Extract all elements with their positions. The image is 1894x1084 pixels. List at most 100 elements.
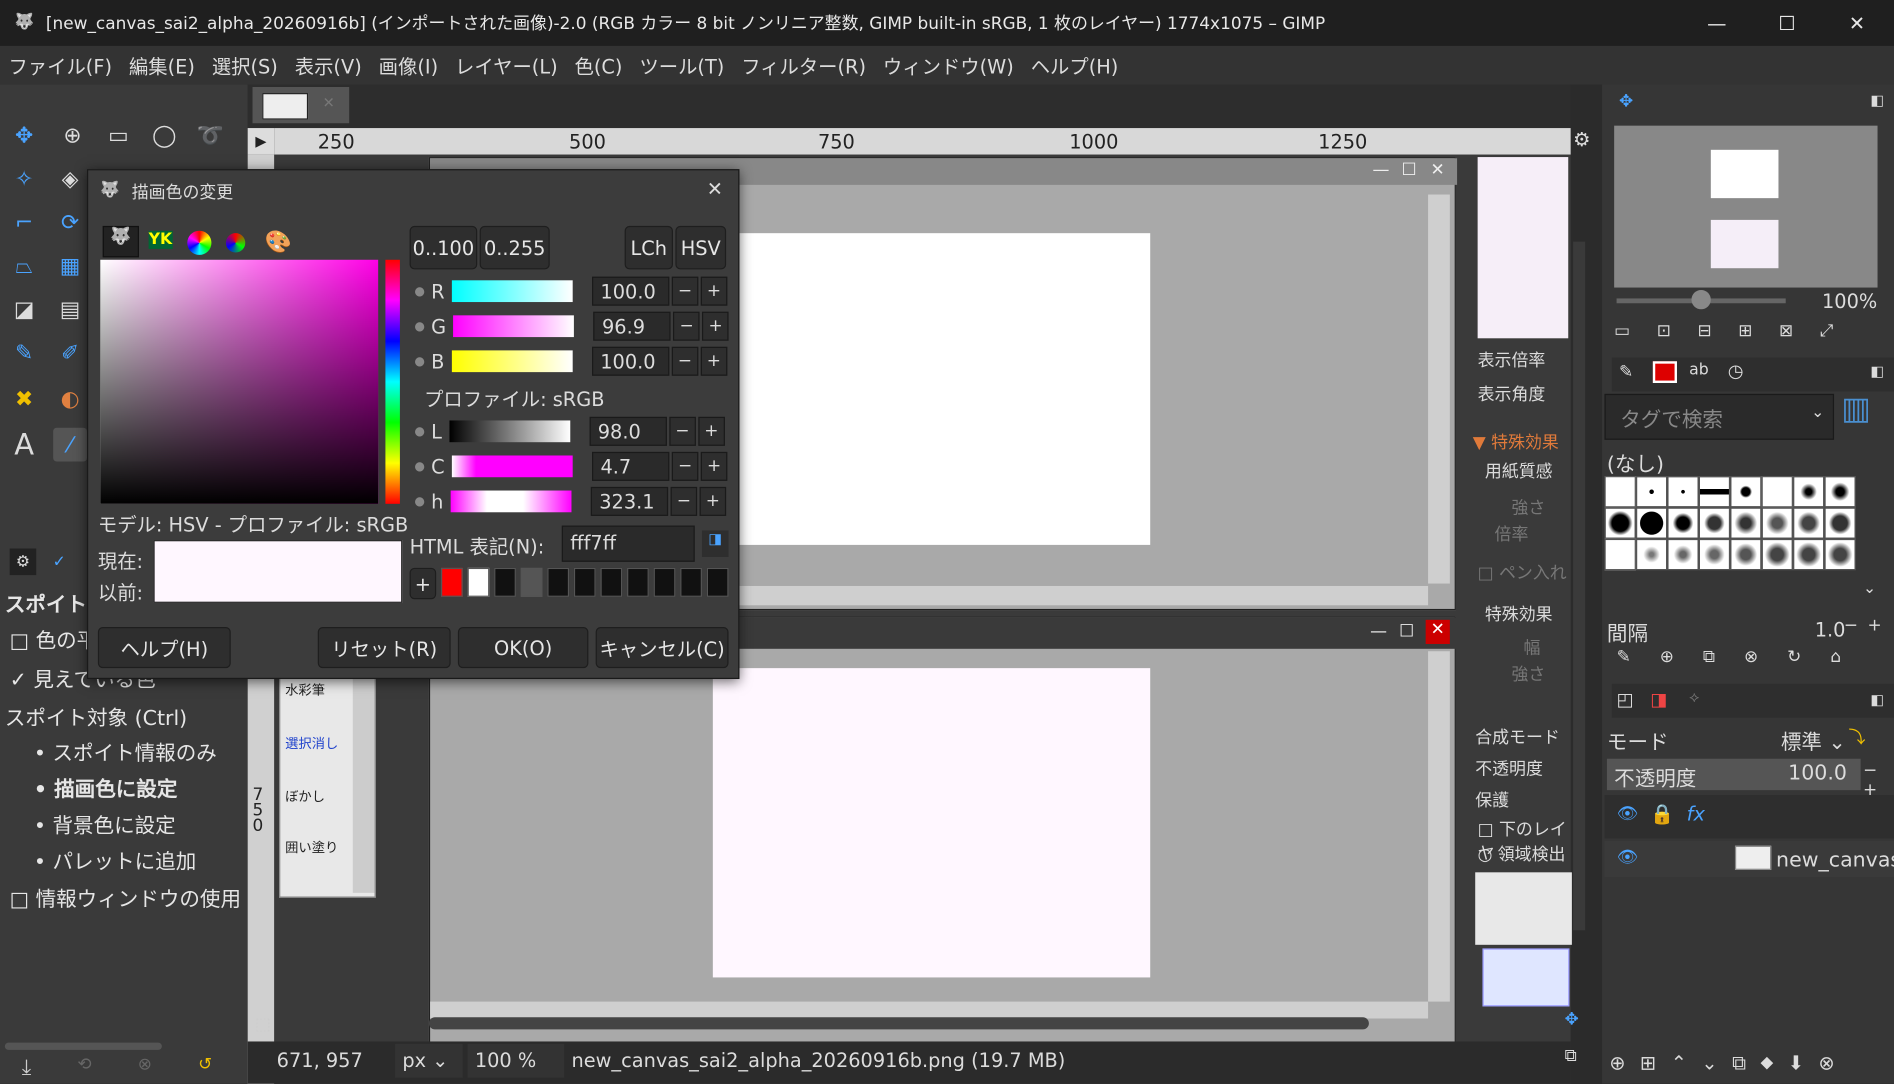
menu-view[interactable]: 表示(V) (286, 51, 370, 80)
brush-mini-scrollbar[interactable] (352, 675, 375, 893)
history-swatch[interactable] (440, 567, 463, 597)
cmyk-selector-icon[interactable]: YK (148, 230, 173, 249)
green-slider[interactable] (453, 315, 575, 338)
chroma-value-input[interactable]: 4.7 (592, 451, 670, 481)
maximize-button[interactable]: ☐ (1752, 0, 1822, 46)
subwindow-maximize-icon[interactable]: ☐ (1402, 161, 1417, 180)
tool-options-tab-icon[interactable]: ⚙ (9, 548, 37, 576)
pen-checkbox[interactable]: □ ペン入れ (1478, 561, 1567, 585)
history-swatch[interactable] (520, 567, 543, 597)
dialog-close-button[interactable]: ✕ (707, 178, 723, 201)
radio-pick-only[interactable]: • スポイト情報のみ (34, 736, 217, 766)
menu-windows[interactable]: ウィンドウ(W) (874, 51, 1022, 80)
brush-mini-item[interactable]: ぼかし (285, 787, 325, 806)
menu-image[interactable]: 画像(I) (370, 51, 446, 80)
lightness-increment[interactable]: + (698, 416, 725, 446)
ellipse-select-icon[interactable]: ◯ (147, 118, 181, 152)
bottom-scrollbar[interactable] (428, 1017, 1369, 1030)
spacing-stepper[interactable]: −+ (1844, 616, 1892, 635)
history-swatch[interactable] (680, 567, 702, 597)
layer-action-buttons[interactable]: ⊕⊞⌃⌄⧉⬥⬇⊗ (1609, 1051, 1849, 1075)
eye-icon[interactable]: 👁 (1617, 805, 1638, 824)
brush-mini-item[interactable]: 選択消し (285, 733, 338, 752)
align-tool-icon[interactable]: ⊕ (56, 118, 90, 152)
quickmask-toggle-icon[interactable]: ▶ (247, 128, 275, 155)
watercolor-selector-icon[interactable] (225, 233, 246, 253)
lock-icon[interactable]: 🔒 (1650, 802, 1674, 825)
canvas-image[interactable] (708, 233, 1151, 545)
chevron-down-icon[interactable]: ⌄ (1863, 580, 1876, 598)
history-swatch[interactable] (600, 567, 623, 597)
chevron-down-icon[interactable]: ⌄ (1811, 404, 1824, 422)
help-button[interactable]: ヘルプ(H) (97, 627, 231, 669)
green-decrement[interactable]: − (673, 311, 700, 341)
text-tool-icon[interactable]: A (7, 428, 41, 462)
radio-add-palette[interactable]: • パレットに追加 (34, 845, 196, 875)
effects-header[interactable]: ▼ 特殊効果 (1473, 430, 1559, 454)
pattern-tab-icon[interactable] (1652, 361, 1677, 383)
lightness-decrement[interactable]: − (669, 416, 696, 446)
history-swatch[interactable] (547, 567, 570, 597)
range-100-button[interactable]: 0..100 (409, 225, 478, 270)
toolbox-scrollbar[interactable] (4, 1042, 162, 1050)
sample-average-checkbox[interactable]: □ 色の平 (10, 623, 98, 653)
move-tool-icon[interactable]: ✥ (7, 118, 41, 152)
canvas-image[interactable] (712, 668, 1151, 978)
menu-tools[interactable]: ツール(T) (631, 51, 733, 80)
green-value-input[interactable]: 96.9 (593, 311, 671, 341)
subwindow-minimize-icon[interactable]: — (1373, 161, 1390, 180)
blue-slider[interactable] (451, 350, 573, 373)
range-255-button[interactable]: 0..255 (479, 225, 550, 270)
brush-mini-item[interactable]: 水彩筆 (285, 680, 325, 699)
fuzzy-select-icon[interactable]: ✧ (7, 162, 41, 196)
lightness-slider[interactable] (449, 420, 570, 443)
rect-select-icon[interactable]: ▭ (101, 118, 135, 152)
save-options-icon[interactable]: ⤓ (22, 1055, 32, 1080)
paintbrush-icon[interactable]: ✎ (7, 336, 41, 370)
nav-buttons[interactable]: ▭⊡⊟⊞⊠⤢ (1614, 321, 1860, 340)
chroma-decrement[interactable]: − (671, 451, 699, 481)
menu-layer[interactable]: レイヤー(L) (447, 51, 567, 80)
navigate-corner-icon[interactable]: ✥ (1565, 1010, 1579, 1029)
reset-options-icon[interactable]: ↺ (198, 1055, 212, 1074)
vertical-scrollbar[interactable] (1428, 194, 1450, 584)
dock-menu-icon[interactable]: ◧ (1870, 362, 1884, 379)
green-increment[interactable]: + (702, 311, 729, 341)
subwindow-minimize-icon[interactable]: — (1370, 622, 1387, 641)
region-detect-radio[interactable]: ○ 領域検出 (1478, 842, 1566, 866)
reset-button[interactable]: リセット(R) (317, 627, 451, 669)
history-swatch[interactable] (706, 567, 729, 597)
gradient-icon[interactable]: ▤ (53, 292, 87, 326)
blue-decrement[interactable]: − (671, 346, 699, 376)
close-button[interactable]: ✕ (1822, 0, 1892, 46)
panel-scrollbar[interactable] (1573, 241, 1586, 931)
hue-decrement[interactable]: − (670, 486, 698, 516)
brush-grid[interactable] (1604, 476, 1879, 580)
menu-filters[interactable]: フィルター(R) (733, 51, 875, 80)
grid-icon[interactable]: ▦ (53, 249, 87, 283)
unit-select[interactable]: px ⌄ (395, 1043, 463, 1078)
palette-selector-icon[interactable]: 🎨 (265, 230, 292, 255)
tag-search-input[interactable]: タグで検索 ⌄ (1604, 393, 1835, 440)
subwindow-maximize-icon[interactable]: ☐ (1399, 622, 1414, 641)
navigation-tab-icon[interactable]: ✥ (1619, 92, 1633, 111)
hue-slider[interactable] (450, 490, 572, 513)
bucket-fill-icon[interactable]: ◪ (7, 292, 41, 326)
channels-tab-icon[interactable]: ◨ (1650, 689, 1667, 711)
sv-color-square[interactable] (100, 259, 379, 504)
hsv-button[interactable]: HSV (675, 225, 727, 270)
subwindow-close-icon[interactable]: ✕ (1431, 161, 1445, 180)
font-tab-icon[interactable]: ab (1689, 361, 1709, 379)
red-decrement[interactable]: − (671, 276, 699, 306)
radio-set-foreground[interactable]: • 描画色に設定 (34, 772, 178, 802)
dock-menu-icon[interactable]: ◧ (1870, 691, 1884, 708)
opacity-slider[interactable]: 不透明度 100.0 (1606, 758, 1861, 791)
radio-set-background[interactable]: • 背景色に設定 (34, 808, 176, 838)
layer-row[interactable]: 👁 new_canvas (1604, 840, 1894, 878)
menu-select[interactable]: 選択(S) (203, 51, 286, 80)
lasso-icon[interactable]: ➰ (193, 118, 227, 152)
layer-name[interactable]: new_canvas (1776, 848, 1894, 872)
history-swatch[interactable] (573, 567, 596, 597)
delete-options-icon[interactable]: ⊗ (138, 1055, 152, 1074)
blue-increment[interactable]: + (700, 346, 728, 376)
